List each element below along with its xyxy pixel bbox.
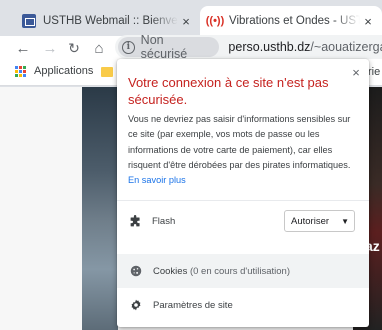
chevron-down-icon: ▼ bbox=[341, 216, 349, 226]
site-security-chip[interactable]: i Non sécurisé bbox=[118, 33, 220, 61]
cookies-row[interactable]: Cookies (0 en cours d'utilisation) bbox=[117, 254, 369, 288]
home-button[interactable]: ⌂ bbox=[89, 36, 109, 60]
tab-close-icon[interactable]: × bbox=[360, 14, 376, 29]
flash-permission-select[interactable]: Autoriser ▼ bbox=[284, 210, 355, 232]
background-photo bbox=[82, 87, 118, 330]
cookie-icon bbox=[130, 265, 142, 277]
address-bar[interactable]: i Non sécurisé perso.usthb.dz/~aouatizer… bbox=[115, 33, 382, 61]
site-info-popup: × Votre connexion à ce site n'est pas sé… bbox=[117, 59, 369, 327]
tab-title: Vibrations et Ondes - USTHB - Cours bbox=[229, 15, 360, 27]
site-settings-label: Paramètres de site bbox=[153, 299, 233, 311]
webmail-icon bbox=[22, 14, 36, 28]
warning-text: Vous ne devriez pas saisir d'information… bbox=[128, 114, 351, 170]
gear-icon bbox=[131, 299, 141, 311]
popup-title: Votre connexion à ce site n'est pas sécu… bbox=[128, 75, 329, 107]
bookmark-overflow-text[interactable]: rie bbox=[368, 66, 380, 78]
popup-description: Vous ne devriez pas saisir d'information… bbox=[128, 112, 360, 188]
audio-playing-icon[interactable]: ((•)) bbox=[206, 14, 225, 28]
tab-title: USTHB Webmail :: Bienvenue à USTHB bbox=[43, 15, 178, 27]
flash-permission-row: Flash Autoriser ▼ bbox=[117, 208, 369, 234]
cookies-label: Cookies (0 en cours d'utilisation) bbox=[153, 266, 290, 277]
divider bbox=[117, 200, 369, 201]
info-icon: i bbox=[122, 40, 135, 54]
apps-label: Applications bbox=[34, 65, 94, 77]
back-button[interactable]: ← bbox=[13, 36, 33, 60]
tab-strip: USTHB Webmail :: Bienvenue à USTHB × ((•… bbox=[0, 0, 382, 36]
flash-permission-value: Autoriser bbox=[291, 215, 330, 227]
puzzle-piece-icon bbox=[130, 214, 140, 226]
reload-button[interactable]: ↻ bbox=[64, 36, 84, 60]
url-host: perso.usthb.dz bbox=[228, 40, 311, 54]
cookies-title: Cookies bbox=[153, 265, 188, 277]
tab-webmail[interactable]: USTHB Webmail :: Bienvenue à USTHB × bbox=[14, 6, 200, 36]
security-status-label: Non sécurisé bbox=[140, 33, 188, 61]
learn-more-link[interactable]: En savoir plus bbox=[128, 175, 186, 185]
toolbar: ← → ↻ ⌂ i Non sécurisé perso.usthb.dz/~a… bbox=[0, 33, 382, 61]
url-text[interactable]: perso.usthb.dz/~aouatizerga/ bbox=[228, 40, 382, 54]
tab-close-icon[interactable]: × bbox=[178, 14, 194, 29]
cookies-count: (0 en cours d'utilisation) bbox=[189, 265, 290, 277]
apps-bookmark[interactable]: Applications bbox=[15, 65, 93, 77]
flash-label: Flash bbox=[152, 215, 176, 227]
apps-grid-icon bbox=[15, 65, 26, 77]
forward-button[interactable]: → bbox=[40, 36, 60, 60]
tab-vibrations[interactable]: ((•)) Vibrations et Ondes - USTHB - Cour… bbox=[200, 6, 382, 36]
close-icon[interactable]: × bbox=[348, 65, 364, 81]
folder-icon[interactable] bbox=[101, 67, 113, 77]
site-settings-row[interactable]: Paramètres de site bbox=[117, 290, 369, 320]
url-path: /~aouatizerga/ bbox=[310, 40, 382, 54]
